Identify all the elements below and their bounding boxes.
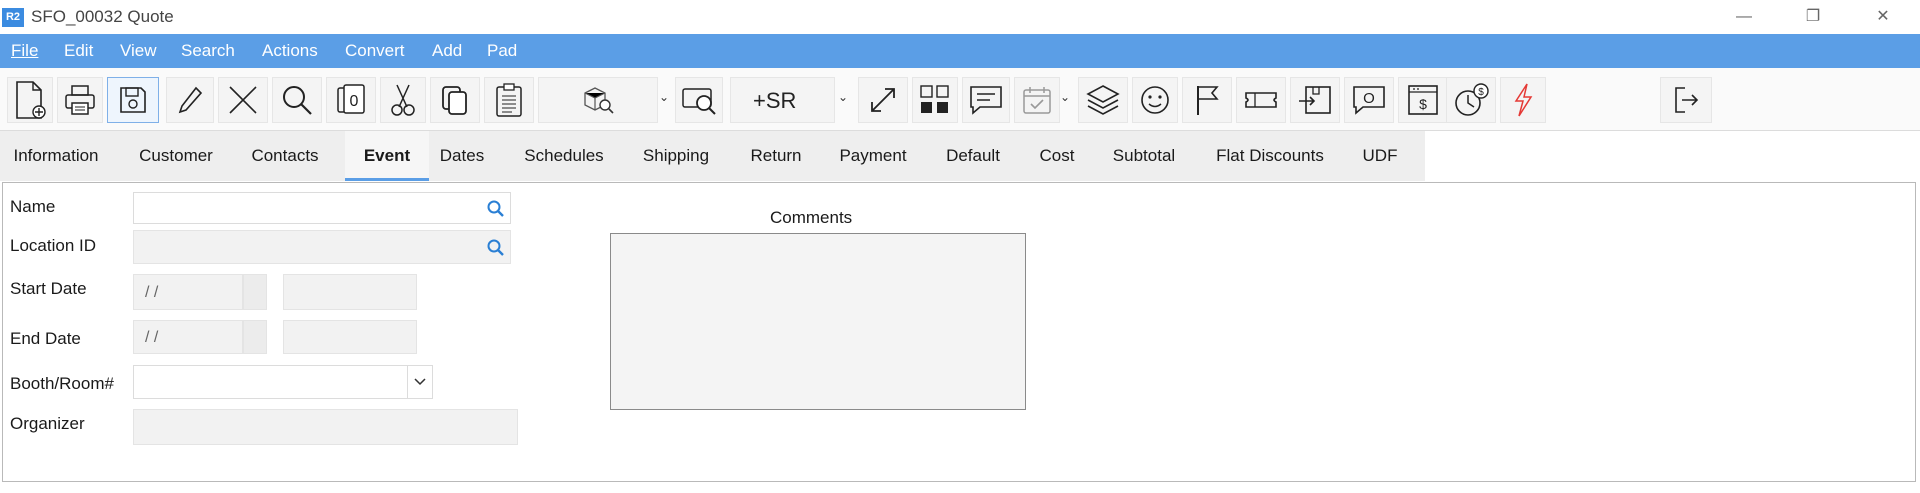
calendar-check-icon[interactable] — [1014, 77, 1060, 123]
svg-text:0: 0 — [350, 93, 359, 110]
paste-icon[interactable] — [484, 77, 534, 123]
flag-icon[interactable] — [1182, 77, 1232, 123]
grid-icon[interactable] — [912, 77, 958, 123]
name-input[interactable] — [133, 192, 511, 224]
menu-search[interactable]: Search — [181, 41, 235, 61]
end-time-input[interactable] — [283, 320, 417, 354]
box-arrow-icon[interactable] — [1290, 77, 1340, 123]
copy-icon[interactable] — [430, 77, 480, 123]
comments-textarea[interactable] — [610, 233, 1026, 410]
tab-event[interactable]: Event — [345, 131, 429, 181]
tab-return[interactable]: Return — [736, 131, 816, 181]
menu-file[interactable]: File — [11, 41, 38, 61]
end-date-spinner[interactable] — [243, 320, 267, 354]
tab-flat-discounts[interactable]: Flat Discounts — [1200, 131, 1340, 181]
start-date-spinner[interactable] — [243, 274, 267, 310]
search-icon[interactable] — [486, 238, 506, 258]
new-document-icon[interactable] — [7, 77, 53, 123]
start-date-input[interactable]: / / — [133, 274, 243, 310]
chevron-down-icon[interactable]: ⌄ — [838, 90, 848, 104]
smiley-icon[interactable] — [1132, 77, 1178, 123]
close-button[interactable]: ✕ — [1860, 4, 1906, 30]
chevron-down-icon[interactable] — [413, 376, 427, 388]
toolbar: 0 ⌄ +SR ⌄ ⌄ O $ $ — [0, 68, 1920, 131]
chat-icon[interactable] — [962, 77, 1010, 123]
search-icon[interactable] — [272, 77, 322, 123]
menu-view[interactable]: View — [120, 41, 157, 61]
tab-customer[interactable]: Customer — [122, 131, 230, 181]
exit-icon[interactable] — [1660, 77, 1712, 123]
start-time-input[interactable] — [283, 274, 417, 310]
edit-pencil-icon[interactable] — [166, 77, 214, 123]
tab-schedules[interactable]: Schedules — [508, 131, 620, 181]
menu-edit[interactable]: Edit — [64, 41, 93, 61]
cut-scissors-icon[interactable] — [380, 77, 426, 123]
expand-icon[interactable] — [858, 77, 908, 123]
add-sr-label: +SR — [753, 88, 797, 113]
menu-add[interactable]: Add — [432, 41, 462, 61]
copy-zero-icon[interactable]: 0 — [326, 77, 376, 123]
chevron-down-icon[interactable]: ⌄ — [1060, 90, 1070, 104]
tab-contacts[interactable]: Contacts — [235, 131, 335, 181]
status-strip — [0, 483, 1920, 493]
app-logo: R2 — [2, 8, 24, 27]
end-date-label: End Date — [10, 329, 81, 348]
menu-pad[interactable]: Pad — [487, 41, 517, 61]
tab-subtotal[interactable]: Subtotal — [1100, 131, 1188, 181]
location-id-label: Location ID — [10, 236, 96, 255]
window-title: SFO_00032 Quote — [31, 7, 174, 26]
end-date-input[interactable]: / / — [133, 320, 243, 354]
menu-convert[interactable]: Convert — [345, 41, 405, 61]
select-divider — [407, 366, 408, 398]
location-id-input[interactable] — [133, 230, 511, 264]
preview-search-icon[interactable] — [675, 77, 723, 123]
svg-text:$: $ — [1478, 87, 1484, 98]
tab-udf[interactable]: UDF — [1350, 131, 1410, 181]
tab-shipping[interactable]: Shipping — [630, 131, 722, 181]
tab-cost[interactable]: Cost — [1028, 131, 1086, 181]
start-date-value: / / — [145, 284, 159, 301]
minimize-button[interactable]: — — [1721, 4, 1767, 30]
end-date-value: / / — [145, 329, 159, 346]
title-bar: R2 SFO_00032 Quote — ❐ ✕ — [0, 0, 1920, 34]
save-icon[interactable] — [107, 77, 159, 123]
tab-dates[interactable]: Dates — [430, 131, 494, 181]
tab-information[interactable]: Information — [0, 131, 112, 181]
booth-room-label: Booth/Room# — [10, 374, 114, 393]
search-icon[interactable] — [486, 199, 506, 219]
chat-o-icon[interactable]: O — [1344, 77, 1394, 123]
lightning-icon[interactable] — [1500, 77, 1546, 123]
layers-icon[interactable] — [1078, 77, 1128, 123]
chevron-down-icon[interactable]: ⌄ — [659, 90, 669, 104]
print-icon[interactable] — [57, 77, 103, 123]
ticket-icon[interactable] — [1236, 77, 1286, 123]
add-sr-button[interactable]: +SR — [730, 77, 835, 123]
tab-default[interactable]: Default — [934, 131, 1012, 181]
booth-room-select[interactable] — [133, 365, 433, 399]
organizer-label: Organizer — [10, 414, 85, 433]
organizer-input[interactable] — [133, 409, 518, 445]
comments-label: Comments — [770, 208, 853, 227]
box-search-icon[interactable] — [538, 77, 658, 123]
clock-dollar-icon[interactable]: $ — [1446, 77, 1496, 123]
restore-button[interactable]: ❐ — [1790, 4, 1836, 30]
name-label: Name — [10, 197, 56, 216]
svg-text:$: $ — [1419, 96, 1427, 112]
invoice-icon[interactable]: $ — [1398, 77, 1448, 123]
svg-text:O: O — [1363, 90, 1375, 107]
tab-payment[interactable]: Payment — [826, 131, 920, 181]
menu-bar: File Edit View Search Actions Convert Ad… — [0, 34, 1920, 68]
delete-x-icon[interactable] — [218, 77, 268, 123]
start-date-label: Start Date — [10, 279, 87, 298]
menu-actions[interactable]: Actions — [262, 41, 318, 61]
